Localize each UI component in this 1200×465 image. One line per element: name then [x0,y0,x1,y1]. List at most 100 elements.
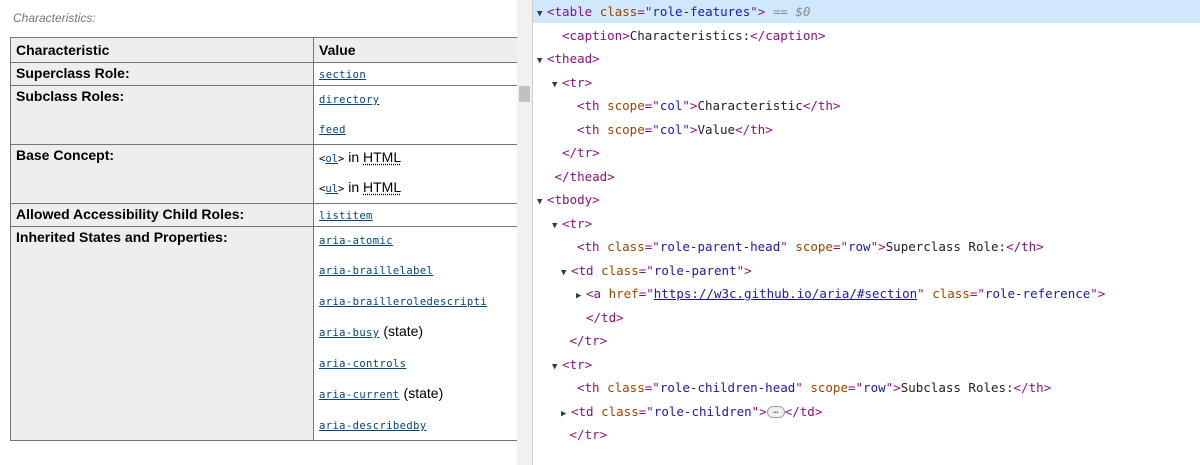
code-token: <th [577,380,608,395]
devtools-elements-tree: ▼ <table class="role-features"> == $0 <cap… [533,0,1200,465]
code-token: class [601,262,639,278]
dom-node[interactable]: ▼ <tr> [533,212,1200,235]
code-token: role-children [653,403,752,419]
code-token: =" [832,239,848,254]
code-token: <tbody> [547,192,600,207]
dom-node[interactable]: <caption>Characteristics:</caption> [533,24,1200,47]
dom-node[interactable]: ▼ <tbody> [533,188,1200,211]
code-token: </tr> [569,427,608,442]
code-token: =" [644,121,660,137]
property-link[interactable]: aria-braillelabel [319,265,433,277]
table-row: Base Concept: <ol> in HTML <ul> in HTML [10,144,531,204]
element-link-ol[interactable]: ol [325,153,338,165]
code-token: </tr> [569,333,608,348]
page-scrollbar-thumb[interactable] [519,86,530,102]
dom-node[interactable]: </tr> [533,141,1200,164]
code-token: <tr> [562,74,593,90]
code-token: <th [577,239,608,254]
property-link[interactable]: aria-atomic [319,235,393,247]
dom-node[interactable]: ▼ <thead> [533,47,1200,70]
dom-node[interactable]: </tr> [533,329,1200,352]
code-token: class [932,286,970,301]
code-token: =" [644,98,660,113]
code-token: =" [638,286,654,301]
property-link[interactable]: aria-describedby [319,420,427,432]
code-token: Characteristics: [629,27,751,43]
dom-node[interactable]: ▼ <tr> [533,71,1200,94]
code-token: class [601,403,639,419]
code-token: class [607,380,645,395]
page-scrollbar[interactable] [517,0,532,465]
code-token: <tr> [562,215,593,231]
selected-node-marker: == $0 [765,4,811,19]
property-link[interactable]: aria-busy [319,327,380,339]
property-link[interactable]: aria-current [319,389,400,401]
table-row: Inherited States and Properties: aria-at… [10,226,531,441]
code-token: <td [571,403,602,419]
dom-node[interactable]: <th scope="col">Value</th> [533,118,1200,141]
code-token: </thead> [554,168,615,184]
header-row: Characteristic Value [10,37,531,63]
code-token: <th [577,98,608,113]
href-link[interactable]: https://w3c.github.io/aria/#section [654,286,917,301]
inherited-states-label: Inherited States and Properties: [10,226,314,441]
code-token: <tr> [562,356,593,372]
code-token: Value [697,121,736,137]
code-token: </caption> [750,27,826,43]
code-token: <thead> [547,51,600,66]
html-abbr: HTML [363,149,402,165]
code-token: <table [547,4,600,19]
element-link-ul[interactable]: ul [325,183,338,195]
code-token: col [659,121,683,137]
table-row: Subclass Roles: directory feed [10,85,531,145]
dom-node[interactable]: <th class="role-parent-head" scope="row"… [533,235,1200,258]
code-token: " [917,286,933,301]
code-token: role-children-head [659,380,796,395]
dom-node[interactable]: ▼ <td class="role-parent"> [533,259,1200,282]
code-token: </td> [586,309,624,325]
allowed-child-roles-value: listitem [313,203,531,227]
code-token: "> [1090,286,1106,301]
code-token: scope [795,239,833,254]
dom-node[interactable]: <th class="role-children-head" scope="ro… [533,376,1200,399]
html-element-ul: <ul> [319,183,345,195]
code-token: class [599,4,638,19]
property-link[interactable]: aria-controls [319,358,406,370]
html-abbr: HTML [363,179,402,195]
dom-node[interactable]: </tr> [533,423,1200,446]
code-token: "> [750,4,766,19]
inherited-states-value: aria-atomic aria-braillelabel aria-brail… [313,226,531,441]
dom-node[interactable]: </thead> [533,165,1200,188]
code-token: =" [644,380,660,395]
dom-node[interactable]: </td> [533,306,1200,329]
code-token: href [608,286,639,301]
code-token: =" [847,380,864,395]
code-token: <td [571,262,602,278]
subclass-roles-value: directory feed [313,85,531,145]
column-header-characteristic: Characteristic [10,37,314,63]
code-token: "> [736,262,752,278]
code-token: </th> [1013,380,1052,395]
ellipsis-icon[interactable]: … [766,406,785,418]
dom-node-selected[interactable]: ▼ <table class="role-features"> == $0 [533,0,1200,23]
property-link[interactable]: aria-brailleroledescripti [319,296,487,308]
role-link-feed[interactable]: feed [319,124,346,136]
dom-node[interactable]: ▶ <td class="role-children">… </td> [533,400,1200,423]
code-token: role-parent [653,262,737,278]
code-token: role-features [652,4,751,19]
code-token: <th [577,121,608,137]
code-token: </th> [802,98,841,113]
dom-node[interactable]: ▼ <tr> [533,353,1200,376]
column-header-value: Value [313,37,531,63]
role-link-listitem[interactable]: listitem [319,210,373,222]
code-token: Characteristic [697,98,803,113]
role-link-directory[interactable]: directory [319,94,380,106]
code-token: <caption> [562,27,630,43]
superclass-role-label: Superclass Role: [10,62,314,86]
dom-node[interactable]: ▶ <a href="https://w3c.github.io/aria/#se… [533,282,1200,305]
code-token: role-parent-head [659,239,781,254]
code-token: </tr> [562,145,600,160]
dom-node[interactable]: <th scope="col">Characteristic</th> [533,94,1200,117]
code-token: " [780,239,796,254]
role-link-section[interactable]: section [319,69,366,81]
